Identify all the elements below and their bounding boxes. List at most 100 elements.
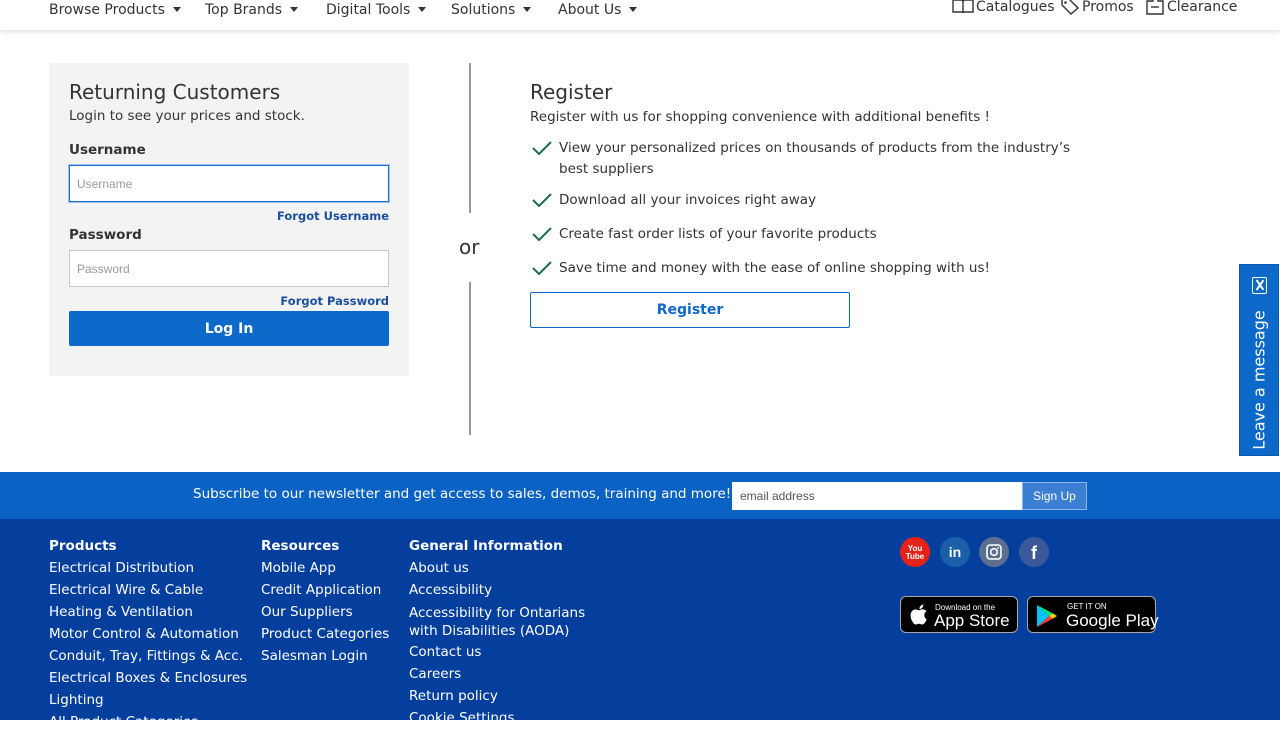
footer-link[interactable]: Accessibility xyxy=(409,582,594,598)
login-subtitle: Login to see your prices and stock. xyxy=(69,108,305,124)
benefit-item: Save time and money with the ease of onl… xyxy=(530,258,1100,279)
clearance-tag-icon xyxy=(1146,0,1164,15)
benefit-text: View your personalized prices on thousan… xyxy=(559,140,1071,177)
nav-digital-tools[interactable]: Digital Tools xyxy=(326,0,427,20)
footer-link[interactable]: Electrical Wire & Cable xyxy=(49,582,247,598)
footer-products-column: Products Electrical Distribution Electri… xyxy=(49,538,247,736)
facebook-glyph: f xyxy=(1031,543,1038,563)
nav-about-us[interactable]: About Us xyxy=(558,0,638,20)
caret-down-icon xyxy=(523,6,532,12)
footer-link[interactable]: Salesman Login xyxy=(261,648,389,664)
footer-link[interactable]: Our Suppliers xyxy=(261,604,389,620)
footer-link[interactable]: Heating & Ventilation xyxy=(49,604,247,620)
footer-heading-products: Products xyxy=(49,538,117,554)
clearance-label: Clearance xyxy=(1167,0,1238,15)
google-play-big-text: Google Play xyxy=(1066,611,1159,630)
youtube-text: Tube xyxy=(906,552,925,561)
register-button[interactable]: Register xyxy=(530,292,850,328)
nav-label: Solutions xyxy=(451,2,516,18)
footer-heading-resources: Resources xyxy=(261,538,340,554)
catalogues-link[interactable]: Catalogues xyxy=(952,0,1055,17)
footer-link[interactable]: Credit Application xyxy=(261,582,389,598)
google-play-small-text: GET IT ON xyxy=(1067,602,1107,611)
footer-link[interactable]: All Product Categories xyxy=(49,714,247,730)
footer-link[interactable]: Careers xyxy=(409,666,594,682)
footer-link[interactable]: Return policy xyxy=(409,688,594,704)
sign-up-button[interactable]: Sign Up xyxy=(1022,482,1087,510)
password-input[interactable] xyxy=(69,250,389,287)
newsletter-email-input[interactable] xyxy=(732,482,1023,510)
footer-link[interactable]: Electrical Boxes & Enclosures xyxy=(49,670,247,686)
checkmark-icon xyxy=(532,227,552,241)
benefit-text: Save time and money with the ease of onl… xyxy=(559,260,990,276)
google-play-icon xyxy=(1037,605,1057,627)
footer-link[interactable]: Electrical Distribution xyxy=(49,560,247,576)
close-icon[interactable] xyxy=(1252,277,1267,294)
app-store-badge[interactable]: Download on the App Store xyxy=(900,596,1018,633)
register-subtitle: Register with us for shopping convenienc… xyxy=(530,109,990,125)
promos-label: Promos xyxy=(1082,0,1134,15)
caret-down-icon xyxy=(290,6,299,12)
username-input[interactable] xyxy=(69,165,389,202)
login-button[interactable]: Log In xyxy=(69,311,389,346)
caret-down-icon xyxy=(418,6,427,12)
checkmark-icon xyxy=(532,193,552,207)
nav-browse-products[interactable]: Browse Products xyxy=(49,0,181,20)
footer-link[interactable]: Conduit, Tray, Fittings & Acc. xyxy=(49,648,247,664)
username-label: Username xyxy=(69,142,146,158)
apple-icon xyxy=(910,604,927,625)
benefit-item: Create fast order lists of your favorite… xyxy=(530,224,1100,245)
benefit-item: Download all your invoices right away xyxy=(530,190,1100,211)
footer-resources-column: Resources Mobile App Credit Application … xyxy=(261,538,389,670)
footer-link[interactable]: Cookie Settings xyxy=(409,710,594,726)
app-store-big-text: App Store xyxy=(934,611,1010,630)
top-navigation: Browse Products Top Brands Digital Tools… xyxy=(0,0,1280,30)
footer-link[interactable]: Lighting xyxy=(49,692,247,708)
promos-link[interactable]: Promos xyxy=(1060,0,1134,17)
google-play-badge[interactable]: GET IT ON Google Play xyxy=(1027,596,1159,633)
benefit-item: View your personalized prices on thousan… xyxy=(530,138,1100,180)
nav-label: Browse Products xyxy=(49,2,165,18)
divider-line-bottom xyxy=(469,282,471,435)
register-title: Register xyxy=(530,80,613,104)
clearance-link[interactable]: Clearance xyxy=(1145,0,1237,17)
login-panel: Returning Customers Login to see your pr… xyxy=(49,63,409,376)
benefit-text: Create fast order lists of your favorite… xyxy=(559,226,877,242)
instagram-glyph xyxy=(986,544,1002,560)
login-title: Returning Customers xyxy=(69,80,281,104)
open-book-icon xyxy=(952,0,974,14)
instagram-icon[interactable] xyxy=(979,537,1009,567)
facebook-icon[interactable]: f xyxy=(1019,537,1049,567)
benefit-text: Download all your invoices right away xyxy=(559,192,817,208)
footer: Products Electrical Distribution Electri… xyxy=(0,519,1280,730)
footer-general-column: General Information About us Accessibili… xyxy=(409,538,594,732)
footer-link[interactable]: Mobile App xyxy=(261,560,389,576)
password-label: Password xyxy=(69,227,142,243)
or-divider-text: or xyxy=(459,235,480,259)
facebook-text: f xyxy=(1031,543,1038,563)
tag-icon xyxy=(1061,0,1080,15)
footer-link[interactable]: Contact us xyxy=(409,644,594,660)
youtube-icon[interactable]: You Tube xyxy=(900,537,930,567)
forgot-password-link[interactable]: Forgot Password xyxy=(280,294,389,308)
nav-label: Top Brands xyxy=(205,2,283,18)
linkedin-text: in xyxy=(949,544,961,560)
linkedin-glyph: in xyxy=(949,544,961,560)
forgot-username-link[interactable]: Forgot Username xyxy=(277,209,389,223)
nav-solutions[interactable]: Solutions xyxy=(451,0,532,20)
footer-link[interactable]: Product Categories xyxy=(261,626,389,642)
footer-link[interactable]: About us xyxy=(409,560,594,576)
nav-label: About Us xyxy=(558,2,622,18)
checkmark-icon xyxy=(532,261,552,275)
footer-link[interactable]: Accessibility for Ontarians with Disabil… xyxy=(409,604,594,640)
checkmark-icon xyxy=(532,141,552,155)
footer-heading-general: General Information xyxy=(409,538,563,554)
leave-message-tab[interactable]: Leave a message xyxy=(1239,264,1279,456)
leave-message-label: Leave a message xyxy=(1249,310,1269,450)
nav-top-brands[interactable]: Top Brands xyxy=(205,0,299,20)
divider-line-top xyxy=(469,63,471,213)
footer-link[interactable]: Motor Control & Automation xyxy=(49,626,247,642)
newsletter-bar: Subscribe to our newsletter and get acce… xyxy=(0,472,1280,519)
youtube-glyph: You Tube xyxy=(906,544,925,561)
linkedin-icon[interactable]: in xyxy=(940,537,970,567)
